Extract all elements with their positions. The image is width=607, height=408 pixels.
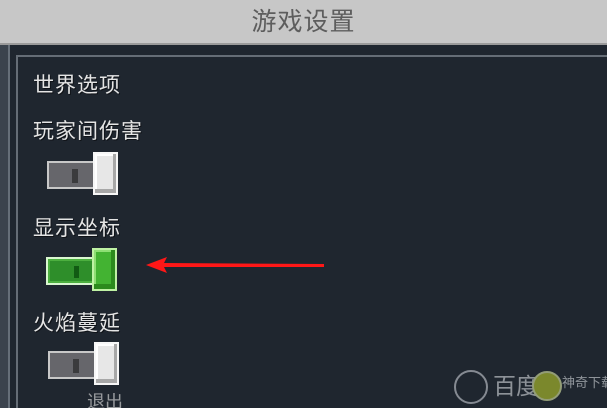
- toggle-on-indicator-icon: [74, 266, 79, 278]
- watermark-logo-icon: [532, 371, 562, 401]
- settings-header: 游戏设置: [0, 0, 607, 45]
- cut-off-bottom-text: 退出: [87, 393, 123, 408]
- world-options-heading: 世界选项: [33, 73, 121, 97]
- show-coordinates-label: 显示坐标: [33, 216, 121, 240]
- show-coordinates-toggle[interactable]: [43, 248, 121, 291]
- toggle-off-indicator-icon: [73, 359, 79, 373]
- fire-spread-toggle-knob[interactable]: [94, 342, 119, 385]
- left-side-panel-edge: [0, 45, 10, 408]
- player-damage-toggle[interactable]: [44, 152, 122, 195]
- toggle-off-indicator-icon: [72, 169, 78, 183]
- red-arrow-shape: [146, 257, 324, 273]
- watermark: 百度 神奇下载: [417, 360, 607, 408]
- watermark-circle-icon: [454, 370, 488, 404]
- show-coordinates-toggle-knob[interactable]: [92, 248, 117, 291]
- fire-spread-label: 火焰蔓延: [33, 311, 121, 335]
- page-title: 游戏设置: [251, 7, 356, 36]
- player-damage-label: 玩家间伤害: [33, 119, 143, 143]
- watermark-site-name: 神奇下载: [562, 376, 607, 391]
- fire-spread-toggle[interactable]: [45, 342, 123, 385]
- game-settings-screen: 游戏设置 世界选项 玩家间伤害 显示坐标 火焰蔓延 退出 百度 神奇下载: [0, 0, 607, 408]
- player-damage-toggle-knob[interactable]: [93, 152, 118, 195]
- red-arrow-icon: [146, 257, 324, 273]
